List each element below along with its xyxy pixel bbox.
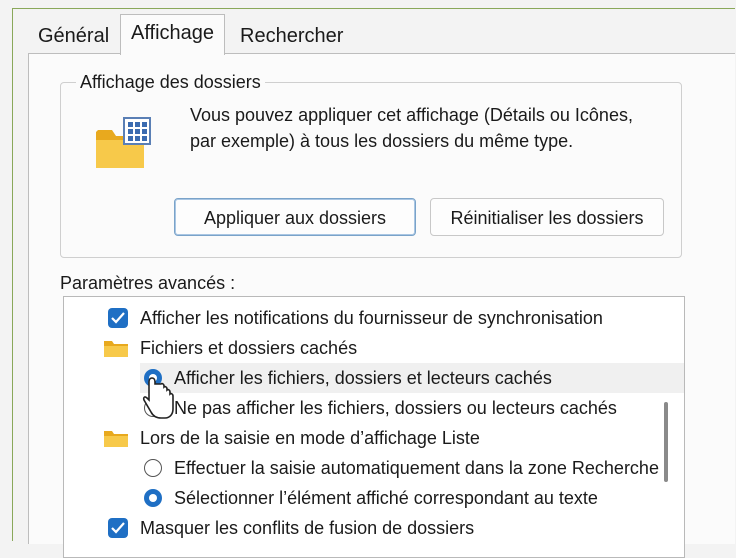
setting-label: Afficher les notifications du fournisseu… xyxy=(140,308,603,328)
group-hidden-files: Fichiers et dossiers cachés xyxy=(64,333,664,363)
reset-folders-button[interactable]: Réinitialiser les dossiers xyxy=(430,198,664,236)
folder-icon xyxy=(104,341,128,357)
option-label: Sélectionner l’élément affiché correspon… xyxy=(174,488,598,508)
tab-rechercher[interactable]: Rechercher xyxy=(230,20,353,52)
option-hide-hidden[interactable]: Ne pas afficher les fichiers, dossiers o… xyxy=(140,393,684,423)
folder-icon xyxy=(104,431,128,447)
checkbox-checked-icon[interactable] xyxy=(108,308,128,328)
tab-general[interactable]: Général xyxy=(28,20,119,52)
setting-sync-notifications[interactable]: Afficher les notifications du fournisseu… xyxy=(64,303,664,333)
option-select-item[interactable]: Sélectionner l’élément affiché correspon… xyxy=(140,483,684,513)
mouse-cursor-icon xyxy=(142,377,174,419)
group-label: Fichiers et dossiers cachés xyxy=(140,338,358,358)
folder-view-icon xyxy=(96,117,151,168)
advanced-settings-label: Paramètres avancés : xyxy=(60,273,236,293)
option-label: Effectuer la saisie automatiquement dans… xyxy=(174,458,659,478)
advanced-settings-tree[interactable]: Afficher les notifications du fournisseu… xyxy=(63,296,685,558)
option-label: Ne pas afficher les fichiers, dossiers o… xyxy=(174,398,617,418)
group-label: Lors de la saisie en mode d’affichage Li… xyxy=(140,428,480,448)
apply-to-folders-button[interactable]: Appliquer aux dossiers xyxy=(174,198,416,236)
option-show-hidden[interactable]: Afficher les fichiers, dossiers et lecte… xyxy=(140,363,684,393)
vertical-scrollbar[interactable] xyxy=(664,402,668,482)
tab-affichage[interactable]: Affichage xyxy=(120,14,226,55)
checkbox-checked-icon[interactable] xyxy=(108,518,128,538)
folder-view-description: Vous pouvez appliquer cet affichage (Dét… xyxy=(190,105,633,151)
group-list-typing: Lors de la saisie en mode d’affichage Li… xyxy=(64,423,664,453)
radio-selected-icon[interactable] xyxy=(144,489,162,507)
setting-label: Masquer les conflits de fusion de dossie… xyxy=(140,518,475,538)
radio-unselected-icon[interactable] xyxy=(144,459,162,477)
option-auto-search[interactable]: Effectuer la saisie automatiquement dans… xyxy=(140,453,684,483)
setting-hide-merge-conflicts[interactable]: Masquer les conflits de fusion de dossie… xyxy=(64,513,664,543)
option-label: Afficher les fichiers, dossiers et lecte… xyxy=(174,368,552,388)
folder-view-title: Affichage des dossiers xyxy=(76,70,265,94)
